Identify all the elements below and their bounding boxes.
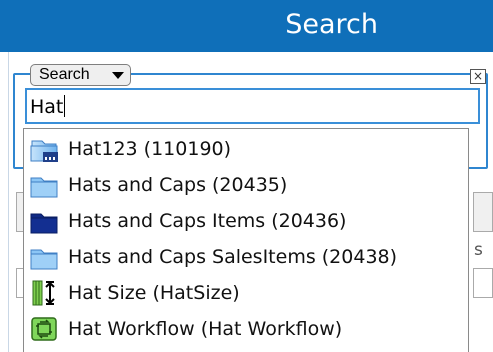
list-item-label: Hats and Caps SalesItems (20438) [68, 246, 398, 268]
page-title: Search [285, 9, 378, 40]
search-input-value: Hat [30, 96, 64, 118]
list-item[interactable]: Hats and Caps SalesItems (20438) [24, 239, 468, 275]
list-item-label: Hats and Caps Items (20436) [68, 210, 347, 232]
search-suggestions-list: Hat123 (110190) Hats and Caps (20435) Ha… [23, 128, 469, 352]
background-button [473, 192, 493, 232]
chevron-down-icon [112, 72, 124, 79]
list-item[interactable]: Hat123 (110190) [24, 131, 468, 167]
list-item[interactable]: Hats and Caps (20435) [24, 167, 468, 203]
search-type-label: Search [39, 66, 90, 83]
search-type-select[interactable]: Search [30, 64, 131, 86]
list-item-label: Hats and Caps (20435) [68, 174, 288, 196]
list-item[interactable]: Hats and Caps Items (20436) [24, 203, 468, 239]
background-field-end [473, 268, 493, 298]
workflow-icon [28, 314, 60, 344]
list-item-label: Hat Workflow (Hat Workflow) [68, 318, 343, 340]
list-item-label: Hat Size (HatSize) [68, 282, 240, 304]
close-icon[interactable]: × [470, 69, 486, 84]
header-bar: Search [0, 0, 493, 52]
field-size-icon [28, 278, 60, 308]
search-input[interactable]: Hat [25, 88, 480, 124]
list-item-label: Hat123 (110190) [68, 138, 232, 160]
text-caret [64, 95, 66, 117]
database-table-icon [28, 134, 60, 164]
light-folder-icon [28, 170, 60, 200]
light-folder-icon [28, 242, 60, 272]
list-item[interactable]: Hat Workflow (Hat Workflow) [24, 311, 468, 347]
background-partial-text: s [474, 240, 483, 260]
list-item[interactable]: Hat Size (HatSize) [24, 275, 468, 311]
dark-folder-icon [28, 206, 60, 236]
